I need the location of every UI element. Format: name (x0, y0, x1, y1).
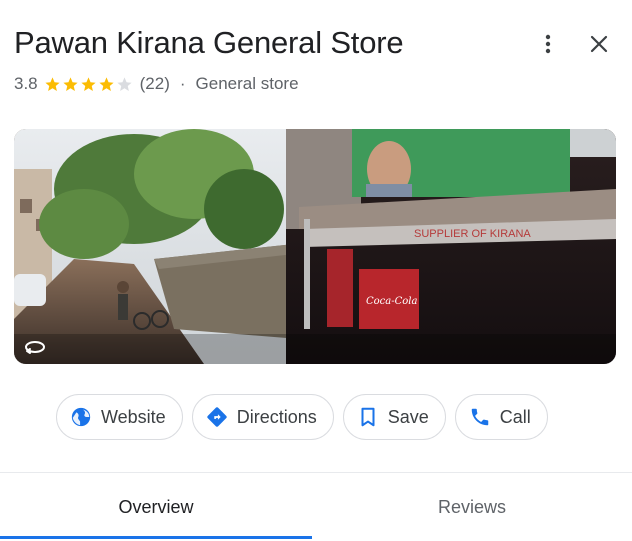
website-button[interactable]: Website (56, 394, 183, 440)
star-icon (63, 76, 78, 91)
tab-reviews-label: Reviews (437, 496, 507, 517)
save-label: Save (387, 406, 429, 427)
place-category[interactable]: General store (196, 74, 299, 94)
active-tab-indicator (0, 536, 312, 539)
rating-row: 3.8 (22) · General store (14, 72, 299, 96)
rating-value: 3.8 (14, 74, 38, 93)
directions-icon (205, 405, 229, 429)
directions-label: Directions (236, 406, 317, 427)
close-button[interactable] (583, 28, 615, 60)
action-buttons: Website Directions Save Call (56, 394, 548, 440)
more-vert-icon (545, 34, 551, 54)
close-icon (590, 35, 608, 53)
website-label: Website (101, 406, 166, 427)
svg-text:SUPPLIER OF KIRANA: SUPPLIER OF KIRANA (414, 228, 531, 240)
separator-dot: · (179, 74, 186, 93)
tab-bar: Overview Reviews (0, 473, 632, 541)
star-icon (99, 76, 114, 91)
tab-overview-label: Overview (118, 496, 194, 517)
place-photo[interactable]: SUPPLIER OF KIRANA Coca-Cola (14, 129, 616, 364)
call-label: Call (499, 406, 531, 427)
star-rating[interactable] (44, 76, 134, 93)
directions-button[interactable]: Directions (191, 394, 334, 440)
save-button[interactable]: Save (342, 394, 446, 440)
call-button[interactable]: Call (454, 394, 548, 440)
svg-text:Coca-Cola: Coca-Cola (366, 296, 417, 307)
star-icon (81, 76, 96, 91)
tab-reviews[interactable]: Reviews (312, 473, 632, 541)
place-title: Pawan Kirana General Store (14, 25, 404, 60)
star-icon (45, 76, 60, 91)
review-count[interactable]: (22) (140, 74, 170, 94)
tab-overview[interactable]: Overview (0, 473, 312, 541)
bookmark-icon (356, 405, 380, 429)
star-empty-icon (117, 76, 132, 91)
globe-icon (69, 405, 93, 429)
360-panorama-icon[interactable] (24, 340, 46, 356)
more-options-button[interactable] (532, 28, 564, 60)
street-view-image: SUPPLIER OF KIRANA Coca-Cola (14, 129, 616, 364)
phone-icon (468, 405, 492, 429)
